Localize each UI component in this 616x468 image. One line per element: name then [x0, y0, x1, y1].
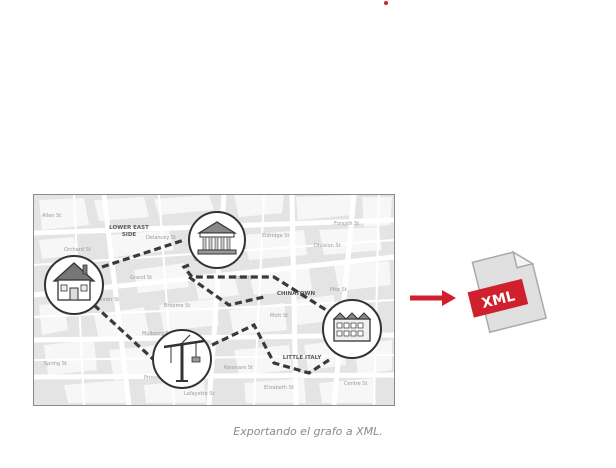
street-label: Lafayette St: [184, 391, 214, 397]
house-node: [44, 255, 104, 315]
street-label: Pike St: [330, 287, 347, 293]
street-label: Kenmare St: [224, 365, 253, 371]
street-label: Spring St: [44, 361, 67, 367]
district-label-lower-east-side: LOWER EAST: [109, 225, 149, 231]
xml-file: XML: [462, 244, 558, 338]
export-arrow-icon: [410, 290, 456, 306]
map-graphic: Delancey St Grand St Canal St Hester St …: [34, 195, 394, 405]
street-label: Grand St: [130, 275, 152, 281]
street-label: Delancey St: [146, 235, 176, 241]
figure-caption: Exportando el grafo a XML.: [233, 425, 383, 438]
street-label: Orchard St: [64, 247, 91, 253]
bank-node: [188, 211, 246, 269]
street-label: Allen St: [42, 213, 61, 219]
factory-node: [322, 299, 382, 359]
district-label-lower-east-side-2: SIDE: [122, 232, 137, 238]
red-dot-marker: [384, 1, 388, 5]
factory-icon: [332, 312, 372, 342]
street-label: Mott St: [270, 313, 288, 319]
street-label: Centre St: [344, 381, 367, 387]
street-label: Elizabeth St: [264, 385, 294, 391]
street-label: Forsyth St: [334, 221, 359, 227]
street-label: Broome St: [164, 303, 190, 309]
street-label: Division St: [314, 243, 341, 249]
district-label-little-italy: LITTLE ITALY: [283, 355, 323, 361]
street-label: Eldridge St: [262, 233, 289, 239]
crane-node: [152, 329, 212, 389]
document-icon: XML: [467, 250, 548, 334]
city-map: Delancey St Grand St Canal St Hester St …: [33, 194, 395, 406]
